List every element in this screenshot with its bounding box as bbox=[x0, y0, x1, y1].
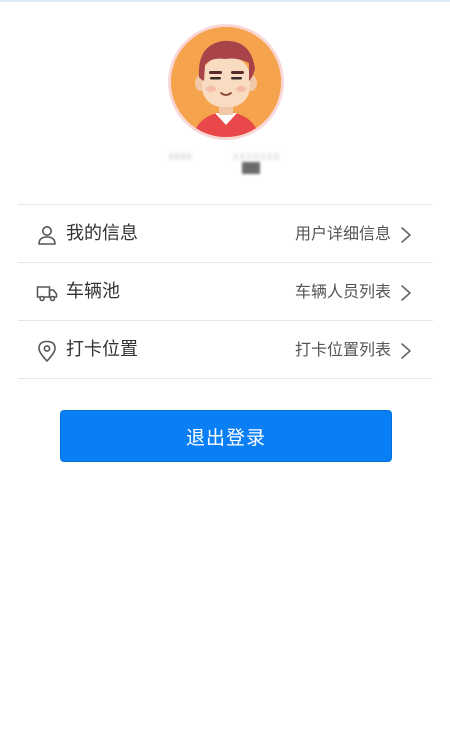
menu-item-label: 我的信息 bbox=[66, 223, 138, 244]
user-name: XXXX bbox=[168, 152, 192, 163]
logout-button[interactable]: 退出登录 bbox=[60, 410, 392, 462]
settings-menu: 我的信息 用户详细信息 车辆池 车辆人员列表 打卡位置 打卡位置列表 bbox=[18, 204, 433, 379]
profile-header: XXXX XXXXXXX bbox=[0, 0, 450, 205]
cartoon-boy-avatar-icon bbox=[171, 27, 281, 137]
avatar[interactable] bbox=[168, 24, 284, 140]
menu-item-label: 打卡位置 bbox=[66, 339, 138, 360]
user-id: XXXXXXX bbox=[232, 152, 292, 176]
menu-item-detail: 打卡位置列表 bbox=[294, 340, 391, 359]
menu-item-my-info[interactable]: 我的信息 用户详细信息 bbox=[18, 205, 433, 263]
menu-item-detail: 用户详细信息 bbox=[294, 224, 391, 243]
menu-item-detail: 车辆人员列表 bbox=[294, 282, 391, 301]
chevron-right-icon bbox=[401, 227, 411, 243]
menu-item-checkin-location[interactable]: 打卡位置 打卡位置列表 bbox=[18, 321, 433, 379]
chevron-right-icon bbox=[401, 285, 411, 301]
location-pin-icon bbox=[38, 340, 56, 362]
menu-item-vehicle-pool[interactable]: 车辆池 车辆人员列表 bbox=[18, 263, 433, 321]
chevron-right-icon bbox=[401, 343, 411, 359]
truck-icon bbox=[36, 286, 58, 302]
user-icon bbox=[38, 226, 56, 245]
menu-item-label: 车辆池 bbox=[66, 281, 120, 302]
user-id-redaction bbox=[242, 162, 260, 174]
user-id-text: XXXXXXX bbox=[232, 152, 280, 163]
